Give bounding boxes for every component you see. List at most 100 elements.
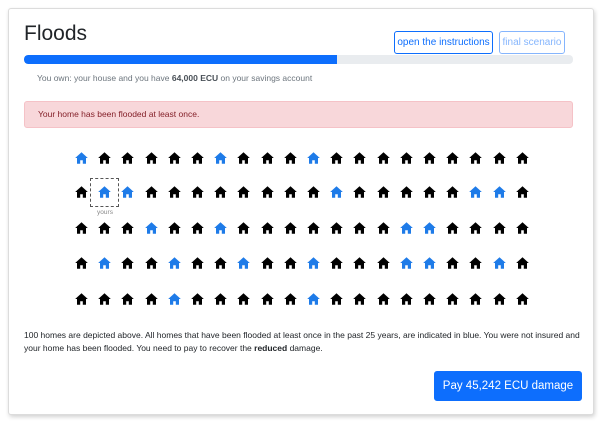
house-icon [399,293,413,305]
house-icon [423,222,436,234]
house-icon [144,152,158,164]
house-icon [237,152,251,164]
house-icon [399,152,413,164]
house-icon [423,152,436,164]
house-icon [423,293,436,305]
house-icon [98,152,111,164]
house-icon [446,222,459,234]
house-icon [423,186,436,198]
house-icon [469,222,483,234]
house-icon [260,186,274,198]
house-icon [446,186,459,198]
house-grid [0,0,604,310]
house-icon [492,222,506,234]
house-icon [353,257,367,269]
house-icon [167,293,181,305]
house-icon [492,257,506,269]
house-icon [237,186,251,198]
house-icon [260,152,274,164]
house-icon [515,152,529,164]
house-icon [353,186,367,198]
house-icon [376,293,390,305]
house-icon [446,257,459,269]
house-icon [353,222,367,234]
house-icon [469,152,483,164]
house-icon [191,293,204,305]
house-icon [191,222,204,234]
house-icon [307,186,320,198]
house-icon [98,257,111,269]
house-icon [167,222,181,234]
house-icon [330,152,343,164]
house-icon [121,222,135,234]
house-icon [469,186,483,198]
house-icon [121,257,135,269]
house-icon [121,152,135,164]
house-icon [330,186,343,198]
house-icon [307,152,320,164]
house-icon [167,152,181,164]
house-icon [376,186,390,198]
house-icon [237,257,251,269]
house-icon [214,186,227,198]
house-icon [237,222,251,234]
house-icon [446,152,459,164]
house-icon [399,186,413,198]
house-icon [376,257,390,269]
house-icon [237,293,251,305]
house-icon [307,222,320,234]
house-icon [98,293,111,305]
house-icon [330,222,343,234]
house-icon [469,293,483,305]
house-icon [446,293,459,305]
house-icon [492,293,506,305]
house-icon [98,222,111,234]
house-icon [260,293,274,305]
description-part2: damage. [287,343,323,353]
house-icon [492,186,506,198]
yours-label: yours [97,209,113,216]
house-icon [330,257,343,269]
pay-damage-button[interactable]: Pay 45,242 ECU damage [434,371,582,401]
house-icon [191,257,204,269]
house-icon [423,257,436,269]
house-icon [75,186,88,198]
house-icon [376,152,390,164]
house-icon [283,257,297,269]
description-bold: reduced [254,343,288,353]
house-icon [376,222,390,234]
house-icon [144,222,158,234]
house-icon [121,293,135,305]
house-icon [260,257,274,269]
house-icon [260,222,274,234]
house-icon [214,222,227,234]
house-icon [191,186,204,198]
house-icon [75,152,88,164]
house-icon [191,152,204,164]
house-icon [283,152,297,164]
house-icon [214,293,227,305]
house-icon [399,222,413,234]
house-icon [144,186,158,198]
house-icon [330,293,343,305]
house-icon [492,152,506,164]
house-icon [121,186,135,198]
house-icon [144,257,158,269]
house-icon [75,257,88,269]
house-icon [214,257,227,269]
house-icon [214,152,227,164]
house-icon [283,186,297,198]
house-icon [75,222,88,234]
house-icon [353,152,367,164]
house-icon [353,293,367,305]
house-icon [144,293,158,305]
house-icon [167,186,181,198]
description-text: 100 homes are depicted above. All homes … [24,329,580,355]
house-icon [75,293,88,305]
house-icon [167,257,181,269]
house-icon [399,257,413,269]
house-icon [515,222,529,234]
house-icon [283,222,297,234]
house-icon [515,257,529,269]
house-icon [515,186,529,198]
